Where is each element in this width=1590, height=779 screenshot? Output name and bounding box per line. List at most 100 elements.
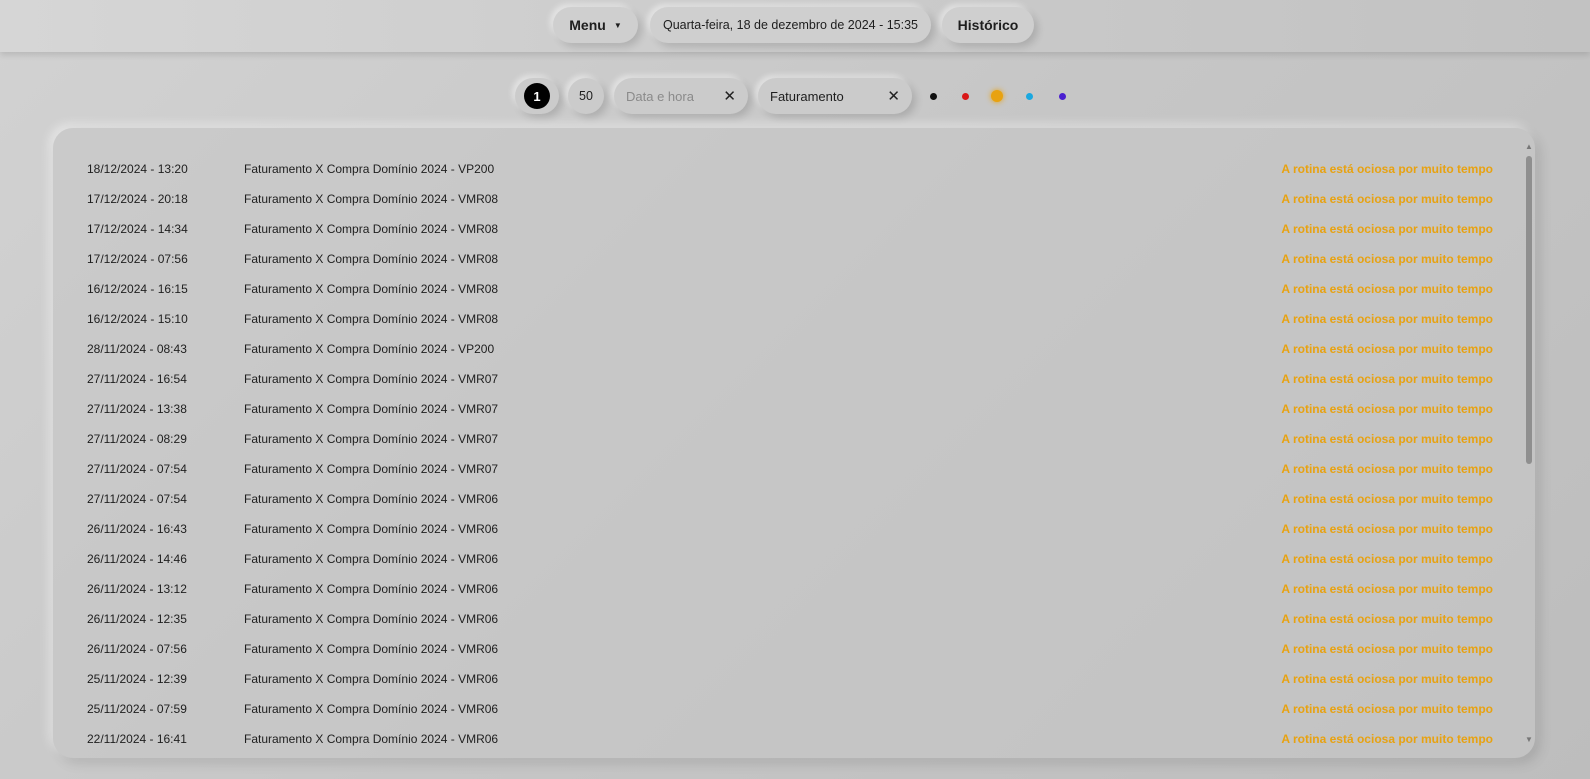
scroll-thumb[interactable] (1526, 156, 1532, 464)
row-routine-name: Faturamento X Compra Domínio 2024 - VMR0… (244, 732, 499, 746)
status-dot-cyan[interactable] (1025, 92, 1033, 100)
row-routine-name: Faturamento X Compra Domínio 2024 - VP20… (244, 162, 495, 176)
current-datetime: Quarta-feira, 18 de dezembro de 2024 - 1… (650, 7, 931, 43)
list-item[interactable]: 16/12/2024 - 15:10 Faturamento X Compra D… (53, 304, 1493, 334)
list-item[interactable]: 18/12/2024 - 13:20 Faturamento X Compra D… (53, 154, 1493, 184)
list-item[interactable]: 17/12/2024 - 14:34 Faturamento X Compra D… (53, 214, 1493, 244)
row-date: 27/11/2024 - 13:38 (87, 402, 187, 416)
row-date: 26/11/2024 - 16:43 (87, 522, 187, 536)
row-status: A rotina está ociosa por muito tempo (1281, 432, 1493, 446)
row-date: 27/11/2024 - 08:29 (87, 432, 187, 446)
row-routine-name: Faturamento X Compra Domínio 2024 - VMR0… (244, 312, 499, 326)
results-count-selector[interactable]: 50 (568, 78, 604, 114)
results-panel: 18/12/2024 - 13:20 Faturamento X Compra D… (53, 128, 1535, 758)
row-routine-name: Faturamento X Compra Domínio 2024 - VMR0… (244, 702, 499, 716)
list-item[interactable]: 27/11/2024 - 08:29 Faturamento X Compra D… (53, 424, 1493, 454)
row-routine-name: Faturamento X Compra Domínio 2024 - VMR0… (244, 252, 499, 266)
list-item[interactable]: 25/11/2024 - 12:39 Faturamento X Compra D… (53, 664, 1493, 694)
row-routine-name: Faturamento X Compra Domínio 2024 - VMR0… (244, 402, 499, 416)
list-item[interactable]: 26/11/2024 - 14:46 Faturamento X Compra D… (53, 544, 1493, 574)
row-status: A rotina está ociosa por muito tempo (1281, 312, 1493, 326)
list-item[interactable]: 22/11/2024 - 16:41 Faturamento X Compra D… (53, 724, 1493, 754)
scroll-down-icon[interactable]: ▼ (1525, 735, 1533, 744)
row-date: 17/12/2024 - 07:56 (87, 252, 188, 266)
row-date: 25/11/2024 - 12:39 (87, 672, 187, 686)
menu-label: Menu (569, 17, 606, 33)
top-bar: Menu ▼ Quarta-feira, 18 de dezembro de 2… (0, 0, 1590, 52)
row-status: A rotina está ociosa por muito tempo (1281, 162, 1493, 176)
list-item[interactable]: 26/11/2024 - 12:35 Faturamento X Compra D… (53, 604, 1493, 634)
row-status: A rotina está ociosa por muito tempo (1281, 492, 1493, 506)
clear-category-icon[interactable]: ✕ (887, 89, 900, 104)
row-status: A rotina está ociosa por muito tempo (1281, 582, 1493, 596)
scrollbar[interactable]: ▲ ▼ (1523, 142, 1535, 744)
status-dot-orange[interactable] (991, 90, 1003, 102)
row-status: A rotina está ociosa por muito tempo (1281, 252, 1493, 266)
row-routine-name: Faturamento X Compra Domínio 2024 - VMR0… (244, 372, 499, 386)
row-routine-name: Faturamento X Compra Domínio 2024 - VMR0… (244, 222, 499, 236)
row-routine-name: Faturamento X Compra Domínio 2024 - VMR0… (244, 612, 499, 626)
row-date: 25/11/2024 - 07:59 (87, 702, 187, 716)
list-item[interactable]: 27/11/2024 - 07:54 Faturamento X Compra D… (53, 454, 1493, 484)
row-date: 26/11/2024 - 07:56 (87, 642, 187, 656)
row-status: A rotina está ociosa por muito tempo (1281, 282, 1493, 296)
list-item[interactable]: 27/11/2024 - 13:38 Faturamento X Compra D… (53, 394, 1493, 424)
row-date: 26/11/2024 - 12:35 (87, 612, 187, 626)
row-routine-name: Faturamento X Compra Domínio 2024 - VMR0… (244, 552, 499, 566)
list-item[interactable]: 27/11/2024 - 16:54 Faturamento X Compra D… (53, 364, 1493, 394)
status-dot-red[interactable] (961, 92, 969, 100)
date-filter-input[interactable] (626, 88, 718, 104)
list-item[interactable]: 26/11/2024 - 07:56 Faturamento X Compra D… (53, 634, 1493, 664)
list-item[interactable]: 27/11/2024 - 07:54 Faturamento X Compra D… (53, 484, 1493, 514)
row-date: 16/12/2024 - 15:10 (87, 312, 188, 326)
row-date: 16/12/2024 - 16:15 (87, 282, 188, 296)
row-routine-name: Faturamento X Compra Domínio 2024 - VMR0… (244, 672, 499, 686)
list-item[interactable]: 17/12/2024 - 20:18 Faturamento X Compra D… (53, 184, 1493, 214)
page-indicator[interactable]: 1 (515, 78, 559, 114)
row-routine-name: Faturamento X Compra Domínio 2024 - VMR0… (244, 642, 499, 656)
row-status: A rotina está ociosa por muito tempo (1281, 732, 1493, 746)
row-date: 26/11/2024 - 14:46 (87, 552, 187, 566)
status-dot-black[interactable] (929, 92, 937, 100)
row-routine-name: Faturamento X Compra Domínio 2024 - VMR0… (244, 522, 499, 536)
clear-date-icon[interactable]: ✕ (723, 89, 736, 104)
row-status: A rotina está ociosa por muito tempo (1281, 672, 1493, 686)
list-item[interactable]: 17/12/2024 - 07:56 Faturamento X Compra D… (53, 244, 1493, 274)
category-filter-input[interactable] (770, 88, 880, 104)
row-routine-name: Faturamento X Compra Domínio 2024 - VP20… (244, 342, 495, 356)
history-button[interactable]: Histórico (942, 7, 1034, 43)
row-status: A rotina está ociosa por muito tempo (1281, 222, 1493, 236)
row-status: A rotina está ociosa por muito tempo (1281, 372, 1493, 386)
row-routine-name: Faturamento X Compra Domínio 2024 - VMR0… (244, 432, 499, 446)
row-date: 22/11/2024 - 16:41 (87, 732, 187, 746)
row-status: A rotina está ociosa por muito tempo (1281, 702, 1493, 716)
list-item[interactable]: 26/11/2024 - 16:43 Faturamento X Compra D… (53, 514, 1493, 544)
scroll-up-icon[interactable]: ▲ (1525, 142, 1533, 151)
list-item[interactable]: 28/11/2024 - 08:43 Faturamento X Compra D… (53, 334, 1493, 364)
row-routine-name: Faturamento X Compra Domínio 2024 - VMR0… (244, 192, 499, 206)
date-filter: ✕ (614, 78, 748, 114)
current-page-badge: 1 (524, 83, 550, 109)
row-status: A rotina está ociosa por muito tempo (1281, 342, 1493, 356)
caret-down-icon: ▼ (613, 20, 622, 30)
menu-button[interactable]: Menu ▼ (553, 7, 638, 43)
row-status: A rotina está ociosa por muito tempo (1281, 552, 1493, 566)
row-date: 28/11/2024 - 08:43 (87, 342, 187, 356)
row-date: 18/12/2024 - 13:20 (87, 162, 188, 176)
row-status: A rotina está ociosa por muito tempo (1281, 462, 1493, 476)
status-dot-purple[interactable] (1058, 92, 1066, 100)
filter-bar: 1 50 ✕ ✕ (0, 78, 1590, 114)
row-routine-name: Faturamento X Compra Domínio 2024 - VMR0… (244, 492, 499, 506)
list-item[interactable]: 16/12/2024 - 16:15 Faturamento X Compra D… (53, 274, 1493, 304)
row-routine-name: Faturamento X Compra Domínio 2024 - VMR0… (244, 282, 499, 296)
row-date: 17/12/2024 - 14:34 (87, 222, 188, 236)
list-item[interactable]: 26/11/2024 - 13:12 Faturamento X Compra D… (53, 574, 1493, 604)
row-date: 17/12/2024 - 20:18 (87, 192, 188, 206)
list-item[interactable]: 25/11/2024 - 07:59 Faturamento X Compra D… (53, 694, 1493, 724)
row-status: A rotina está ociosa por muito tempo (1281, 642, 1493, 656)
row-status: A rotina está ociosa por muito tempo (1281, 192, 1493, 206)
row-routine-name: Faturamento X Compra Domínio 2024 - VMR0… (244, 582, 499, 596)
category-filter: ✕ (758, 78, 912, 114)
row-routine-name: Faturamento X Compra Domínio 2024 - VMR0… (244, 462, 499, 476)
row-date: 26/11/2024 - 13:12 (87, 582, 187, 596)
